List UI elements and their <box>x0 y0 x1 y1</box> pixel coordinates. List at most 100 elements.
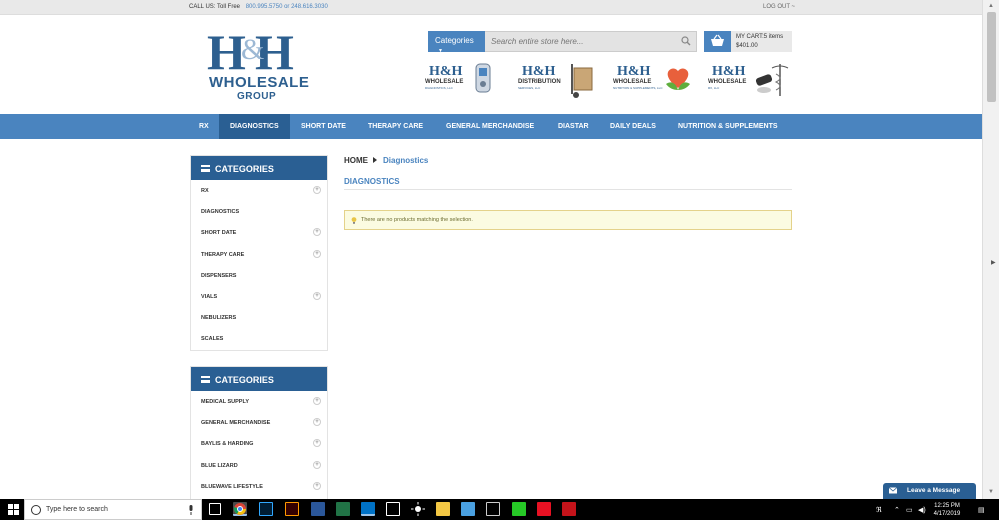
expand-plus-icon[interactable]: + <box>313 460 321 469</box>
nav-item-short-date[interactable]: SHORT DATE <box>301 114 346 139</box>
logo-group-text: GROUP <box>237 91 277 102</box>
page-scrollbar[interactable]: ▲ ▼ <box>982 0 999 499</box>
notifications-icon[interactable]: ▤ <box>978 506 985 514</box>
site-logo[interactable]: H H & WHOLESALE GROUP <box>205 24 309 103</box>
sidebar-item-label: SHORT DATE <box>201 230 237 237</box>
nav-item-rx[interactable]: RX <box>190 114 218 139</box>
brand-name: WHOLESALE <box>708 79 747 85</box>
sidebar-item-label: DISPENSERS <box>201 272 237 279</box>
sidebar-item-bluewave-lifestyle[interactable]: BLUEWAVE LIFESTYLE + <box>191 476 327 497</box>
chrome-icon[interactable] <box>233 502 247 516</box>
categories-panel-header: CATEGORIES <box>191 367 327 391</box>
logo-monogram-icon: H H & <box>207 24 294 80</box>
brand-monogram: H&H <box>617 64 651 79</box>
brightness-icon[interactable] <box>411 502 425 516</box>
scrollbar-thumb[interactable] <box>987 12 996 102</box>
nav-item-therapy-care[interactable]: THERAPY CARE <box>368 114 423 139</box>
nav-item-diagnostics[interactable]: DIAGNOSTICS <box>219 114 290 139</box>
excel-icon[interactable] <box>336 502 350 516</box>
expand-plus-icon[interactable]: + <box>313 186 321 194</box>
nav-item-diastar[interactable]: DIASTAR <box>558 114 589 139</box>
sidebar-item-label: THERAPY CARE <box>201 251 245 258</box>
chevron-up-icon[interactable]: ⌃ <box>894 506 900 514</box>
phone-numbers[interactable]: 800.995.5750 or 248.616.3030 <box>246 4 328 10</box>
sidebar-item-general-merchandise[interactable]: GENERAL MERCHANDISE + <box>191 412 327 433</box>
expand-plus-icon[interactable]: + <box>313 481 321 490</box>
nav-item-nutrition-supplements[interactable]: NUTRITION & SUPPLEMENTS <box>678 114 778 139</box>
glucose-meter-icon <box>475 63 491 93</box>
sidebar-item-label: NEBULIZERS <box>201 315 237 322</box>
record-app-icon[interactable] <box>537 502 551 516</box>
sidebar-item-nebulizers[interactable]: NEBULIZERS <box>191 307 327 328</box>
scroll-up-icon[interactable]: ▲ <box>988 3 994 9</box>
expand-plus-icon[interactable]: + <box>313 397 321 405</box>
brand-rx[interactable]: H&H WHOLESALE RX, LLC <box>708 60 789 104</box>
sidebar-item-baylis-harding[interactable]: BAYLIS & HARDING + <box>191 433 327 454</box>
sidebar-item-label: BLUE LIZARD <box>201 462 238 469</box>
sidebar-item-label: SCALES <box>201 336 224 343</box>
photos-icon[interactable] <box>461 502 475 516</box>
file-explorer-icon[interactable] <box>436 502 450 516</box>
task-view-icon[interactable] <box>209 503 221 515</box>
chevron-right-icon: ▶ <box>991 260 996 266</box>
taskbar-search[interactable]: Type here to search <box>24 499 202 520</box>
logout-link[interactable]: LOG OUT ~ <box>763 4 795 10</box>
sidebar-item-dispensers[interactable]: DISPENSERS <box>191 265 327 286</box>
expand-plus-icon[interactable]: + <box>313 439 321 448</box>
nav-item-general-merchandise[interactable]: GENERAL MERCHANDISE <box>446 114 534 139</box>
sidebar-item-vials[interactable]: VIALS + <box>191 286 327 307</box>
sidebar-item-rx[interactable]: RX + <box>191 180 327 201</box>
chevron-down-icon: ▼ <box>438 48 443 54</box>
sidebar-item-diagnostics[interactable]: DIAGNOSTICS <box>191 201 327 222</box>
photoshop-icon[interactable] <box>259 502 273 516</box>
scroll-down-icon[interactable]: ▼ <box>988 489 994 495</box>
empty-notice-text: There are no products matching the selec… <box>361 217 473 223</box>
sidebar-item-label: RX <box>201 188 209 194</box>
calculator-icon[interactable] <box>486 502 500 516</box>
mini-cart[interactable]: MY CART:5 items $401.00 <box>704 31 792 52</box>
network-icon[interactable]: ▭ <box>906 506 913 514</box>
expand-plus-icon[interactable]: + <box>313 228 321 237</box>
clock[interactable]: 12:25 PM 4/17/2019 <box>932 502 962 518</box>
categories-panel-title: CATEGORIES <box>215 164 274 174</box>
sage-app-icon[interactable] <box>512 502 526 516</box>
breadcrumb-home[interactable]: HOME <box>344 156 368 165</box>
search-bar: Categories ▼ <box>428 31 697 54</box>
main-nav: RX DIAGNOSTICS SHORT DATE THERAPY CARE G… <box>0 114 982 139</box>
acrobat-icon[interactable] <box>562 502 576 516</box>
outlook-icon[interactable] <box>361 502 375 516</box>
news-icon[interactable] <box>386 502 400 516</box>
brand-monogram: H&H <box>429 64 463 79</box>
sidebar-item-medical-supply[interactable]: MEDICAL SUPPLY + <box>191 391 327 412</box>
brand-subtitle: DIAGNOSTICS, LLC <box>425 86 453 90</box>
sidebar-item-scales[interactable]: SCALES <box>191 328 327 349</box>
windows-start-icon[interactable] <box>8 504 19 515</box>
sidebar-item-therapy-care[interactable]: THERAPY CARE + <box>191 244 327 265</box>
expand-plus-icon[interactable]: + <box>313 418 321 427</box>
microphone-icon[interactable] <box>188 505 194 515</box>
expand-plus-icon[interactable]: + <box>313 291 321 300</box>
call-us-label: CALL US: Toll Free <box>189 4 241 10</box>
brand-nutrition[interactable]: H&H WHOLESALE NUTRITION & SUPPLEMENTS, L… <box>613 60 693 104</box>
taskbar-search-placeholder: Type here to search <box>46 506 108 513</box>
volume-icon[interactable]: ◀) <box>918 506 926 514</box>
illustrator-icon[interactable] <box>285 502 299 516</box>
brand-diagnostics[interactable]: H&H WHOLESALE DIAGNOSTICS, LLC <box>425 60 505 104</box>
brand-name: DISTRIBUTION <box>518 79 561 85</box>
categories-dropdown[interactable]: Categories ▼ <box>428 31 485 54</box>
brand-distribution[interactable]: H&H DISTRIBUTION SERVICES, LLC <box>518 60 598 104</box>
sidebar-item-short-date[interactable]: SHORT DATE + <box>191 222 327 243</box>
expand-plus-icon[interactable]: + <box>313 249 321 258</box>
word-icon[interactable] <box>311 502 325 516</box>
sidebar-item-blue-lizard[interactable]: BLUE LIZARD + <box>191 455 327 476</box>
breadcrumb-separator-icon <box>373 157 377 163</box>
nav-item-daily-deals[interactable]: DAILY DEALS <box>610 114 656 139</box>
brand-monogram: H&H <box>522 64 556 79</box>
search-icon[interactable] <box>681 36 691 46</box>
cart-total: $401.00 <box>736 43 758 49</box>
people-icon[interactable]: ℜ <box>876 506 882 514</box>
menu-icon <box>201 165 210 172</box>
search-input[interactable] <box>485 31 697 52</box>
leave-message-button[interactable]: Leave a Message <box>883 483 976 499</box>
page-title: DIAGNOSTICS <box>344 177 400 186</box>
